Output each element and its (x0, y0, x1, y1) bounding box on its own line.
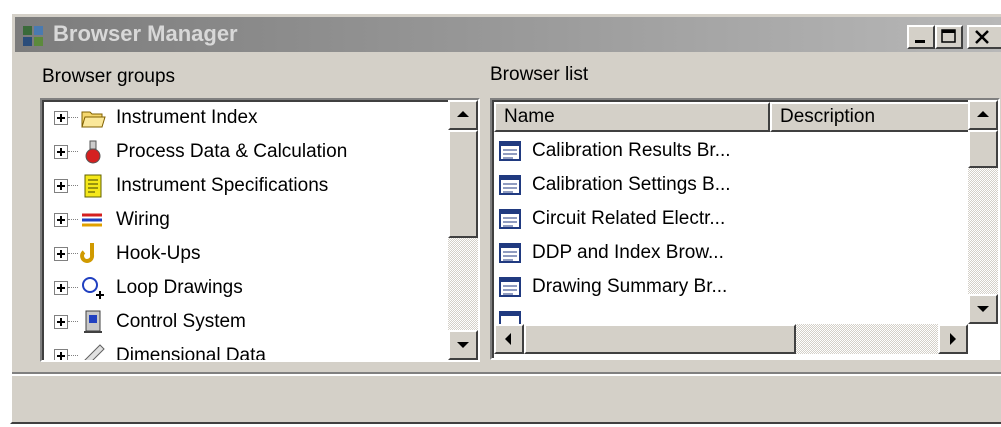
browser-view-icon (499, 311, 521, 324)
groups-vertical-scrollbar[interactable] (448, 100, 478, 360)
scroll-right-button[interactable] (938, 324, 968, 354)
tree-item-label: Dimensional Data (116, 345, 266, 360)
scroll-down-button[interactable] (448, 330, 478, 360)
expand-icon[interactable] (54, 247, 68, 261)
tree-item-label: Control System (116, 311, 246, 332)
scroll-up-button[interactable] (448, 100, 478, 130)
expand-icon[interactable] (54, 315, 68, 329)
tree-item-label: Wiring (116, 209, 170, 230)
maximize-button[interactable] (935, 25, 963, 49)
folder-icon (81, 111, 106, 128)
list-item-name: Calibration Settings B... (532, 174, 731, 195)
close-button[interactable] (967, 25, 1001, 49)
expand-icon[interactable] (54, 145, 68, 159)
loop-icon (82, 277, 104, 299)
arrow-right-icon (950, 333, 956, 345)
list-item-name: DDP and Index Brow... (532, 242, 724, 263)
arrow-up-icon (457, 111, 469, 117)
tree-item-label: Instrument Index (116, 107, 258, 128)
window-title: Browser Manager (53, 21, 238, 46)
list-item-name: Drawing Summary Br... (532, 276, 728, 297)
expand-icon[interactable] (54, 281, 68, 295)
expand-icon[interactable] (54, 111, 68, 125)
browser-view-icon (499, 141, 521, 161)
scroll-thumb[interactable] (448, 130, 478, 238)
hook-icon (80, 243, 95, 263)
browser-groups-tree[interactable]: Instrument Index Process Data & Calculat… (40, 98, 480, 362)
tree-item-label: Hook-Ups (116, 243, 201, 264)
arrow-down-icon (977, 306, 989, 312)
wiring-icon (82, 213, 102, 227)
scroll-thumb[interactable] (968, 130, 998, 168)
close-icon (975, 30, 989, 44)
status-bar-highlight (12, 374, 1001, 376)
scroll-down-button[interactable] (968, 294, 998, 324)
list-item-name: Calibration Results Br... (532, 140, 731, 161)
expand-icon[interactable] (54, 349, 68, 360)
minimize-button[interactable] (907, 25, 935, 49)
arrow-up-icon (977, 111, 989, 117)
browser-manager-window: Browser Manager Browser groups Browser l… (10, 12, 1001, 424)
browser-view-icon (499, 175, 521, 195)
scroll-up-button[interactable] (968, 100, 998, 130)
browser-view-icon (499, 243, 521, 263)
control-system-icon (84, 310, 102, 333)
expand-icon[interactable] (54, 179, 68, 193)
tree-item-label: Loop Drawings (116, 277, 243, 298)
minimize-icon (915, 40, 925, 43)
browser-view-icon (499, 277, 521, 297)
column-header-name[interactable]: Name (494, 102, 770, 132)
scroll-left-button[interactable] (494, 324, 524, 354)
tree-item-label: Process Data & Calculation (116, 141, 348, 162)
browser-list-view[interactable]: Name Description Calibration Results Br.… (490, 98, 1000, 360)
list-horizontal-scrollbar[interactable] (494, 324, 968, 354)
scroll-thumb[interactable] (524, 324, 796, 354)
flask-icon (85, 140, 101, 164)
list-vertical-scrollbar[interactable] (968, 100, 998, 324)
title-bar[interactable]: Browser Manager (15, 17, 1001, 52)
tree-item-label: Instrument Specifications (116, 175, 329, 196)
column-header-description[interactable]: Description (770, 102, 970, 132)
maximize-icon (941, 29, 956, 43)
expand-icon[interactable] (54, 213, 68, 227)
list-item-name: Circuit Related Electr... (532, 208, 726, 229)
arrow-down-icon (457, 342, 469, 348)
browser-groups-label: Browser groups (42, 66, 176, 87)
browser-view-icon (499, 209, 521, 229)
browser-manager-icon (23, 26, 43, 46)
ruler-icon (84, 344, 105, 360)
spec-sheet-icon (84, 174, 102, 198)
browser-list-label: Browser list (490, 64, 589, 85)
arrow-left-icon (505, 333, 511, 345)
